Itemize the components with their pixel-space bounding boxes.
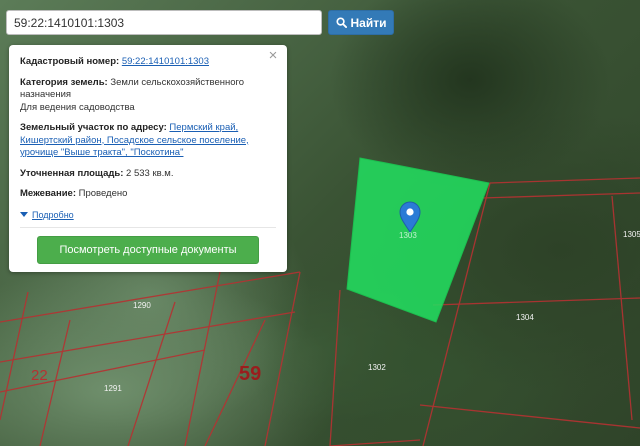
cadastral-search-input[interactable] [6, 10, 322, 35]
parcel-number-label: 1290 [133, 301, 151, 310]
land-category-row: Категория земель: Земли сельскохозяйстве… [20, 77, 276, 115]
parcel-boundary [432, 297, 640, 306]
parcel-boundary [481, 192, 640, 199]
area-row: Уточненная площадь: 2 533 кв.м. [20, 168, 276, 181]
address-link-locality[interactable]: урочище "Выше тракта", "Поскотина" [20, 147, 183, 158]
address-link-district[interactable]: Кишертский район, Посадское сельское пос… [20, 135, 249, 146]
parcel-boundary [264, 271, 301, 446]
area-label: Уточненная площадь: [20, 167, 124, 179]
details-toggle[interactable]: Подробно [20, 209, 74, 222]
survey-value: Проведено [78, 188, 128, 199]
parcel-number-label: 1304 [516, 313, 534, 322]
area-value: 2 533 кв.м. [126, 167, 174, 179]
land-category-value-cont: назначения [20, 89, 72, 100]
cadastral-block-label: 59 [239, 363, 261, 385]
survey-label: Межевание: [20, 188, 76, 199]
parcel-boundary [127, 301, 176, 446]
parcel-boundary [489, 177, 640, 184]
search-button[interactable]: Найти [328, 10, 394, 35]
land-category-value: Земли сельскохозяйственного [110, 76, 245, 88]
triangle-down-icon [20, 212, 28, 218]
parcel-boundary [0, 311, 296, 363]
parcel-number-label: 1305 [623, 230, 640, 239]
divider [20, 226, 276, 228]
parcel-boundary [184, 271, 221, 446]
selected-parcel-highlight [346, 157, 490, 323]
parcel-number-label: 1291 [104, 384, 122, 393]
cadastral-block-label: 22 [31, 367, 48, 384]
parcel-boundary [329, 289, 341, 446]
parcel-number-label: 1302 [368, 363, 386, 372]
survey-row: Межевание: Проведено [20, 188, 276, 201]
parcel-info-panel: × Кадастровый номер: 59:22:1410101:1303 … [9, 45, 287, 272]
parcel-number-label: 1303 [399, 231, 417, 240]
parcel-boundary [0, 291, 29, 421]
view-documents-button[interactable]: Посмотреть доступные документы [37, 235, 259, 264]
search-button-label: Найти [350, 15, 387, 30]
details-toggle-label: Подробно [32, 209, 74, 220]
permitted-use-value: Для ведения садоводства [20, 101, 135, 113]
parcel-boundary [0, 271, 301, 323]
address-row: Земельный участок по адресу: Пермский кр… [20, 122, 276, 160]
close-icon[interactable]: × [266, 48, 280, 63]
address-label: Земельный участок по адресу: [20, 122, 167, 133]
land-category-label: Категория земель: [20, 76, 108, 88]
cadastral-number-link[interactable]: 59:22:1410101:1303 [122, 56, 209, 67]
search-icon [335, 17, 347, 28]
parcel-boundary [419, 404, 640, 429]
cadastral-number-label: Кадастровый номер: [20, 56, 120, 67]
address-link-region[interactable]: Пермский край, [169, 122, 238, 133]
parcel-boundary [329, 439, 421, 446]
cadastral-number-row: Кадастровый номер: 59:22:1410101:1303 [20, 56, 276, 69]
